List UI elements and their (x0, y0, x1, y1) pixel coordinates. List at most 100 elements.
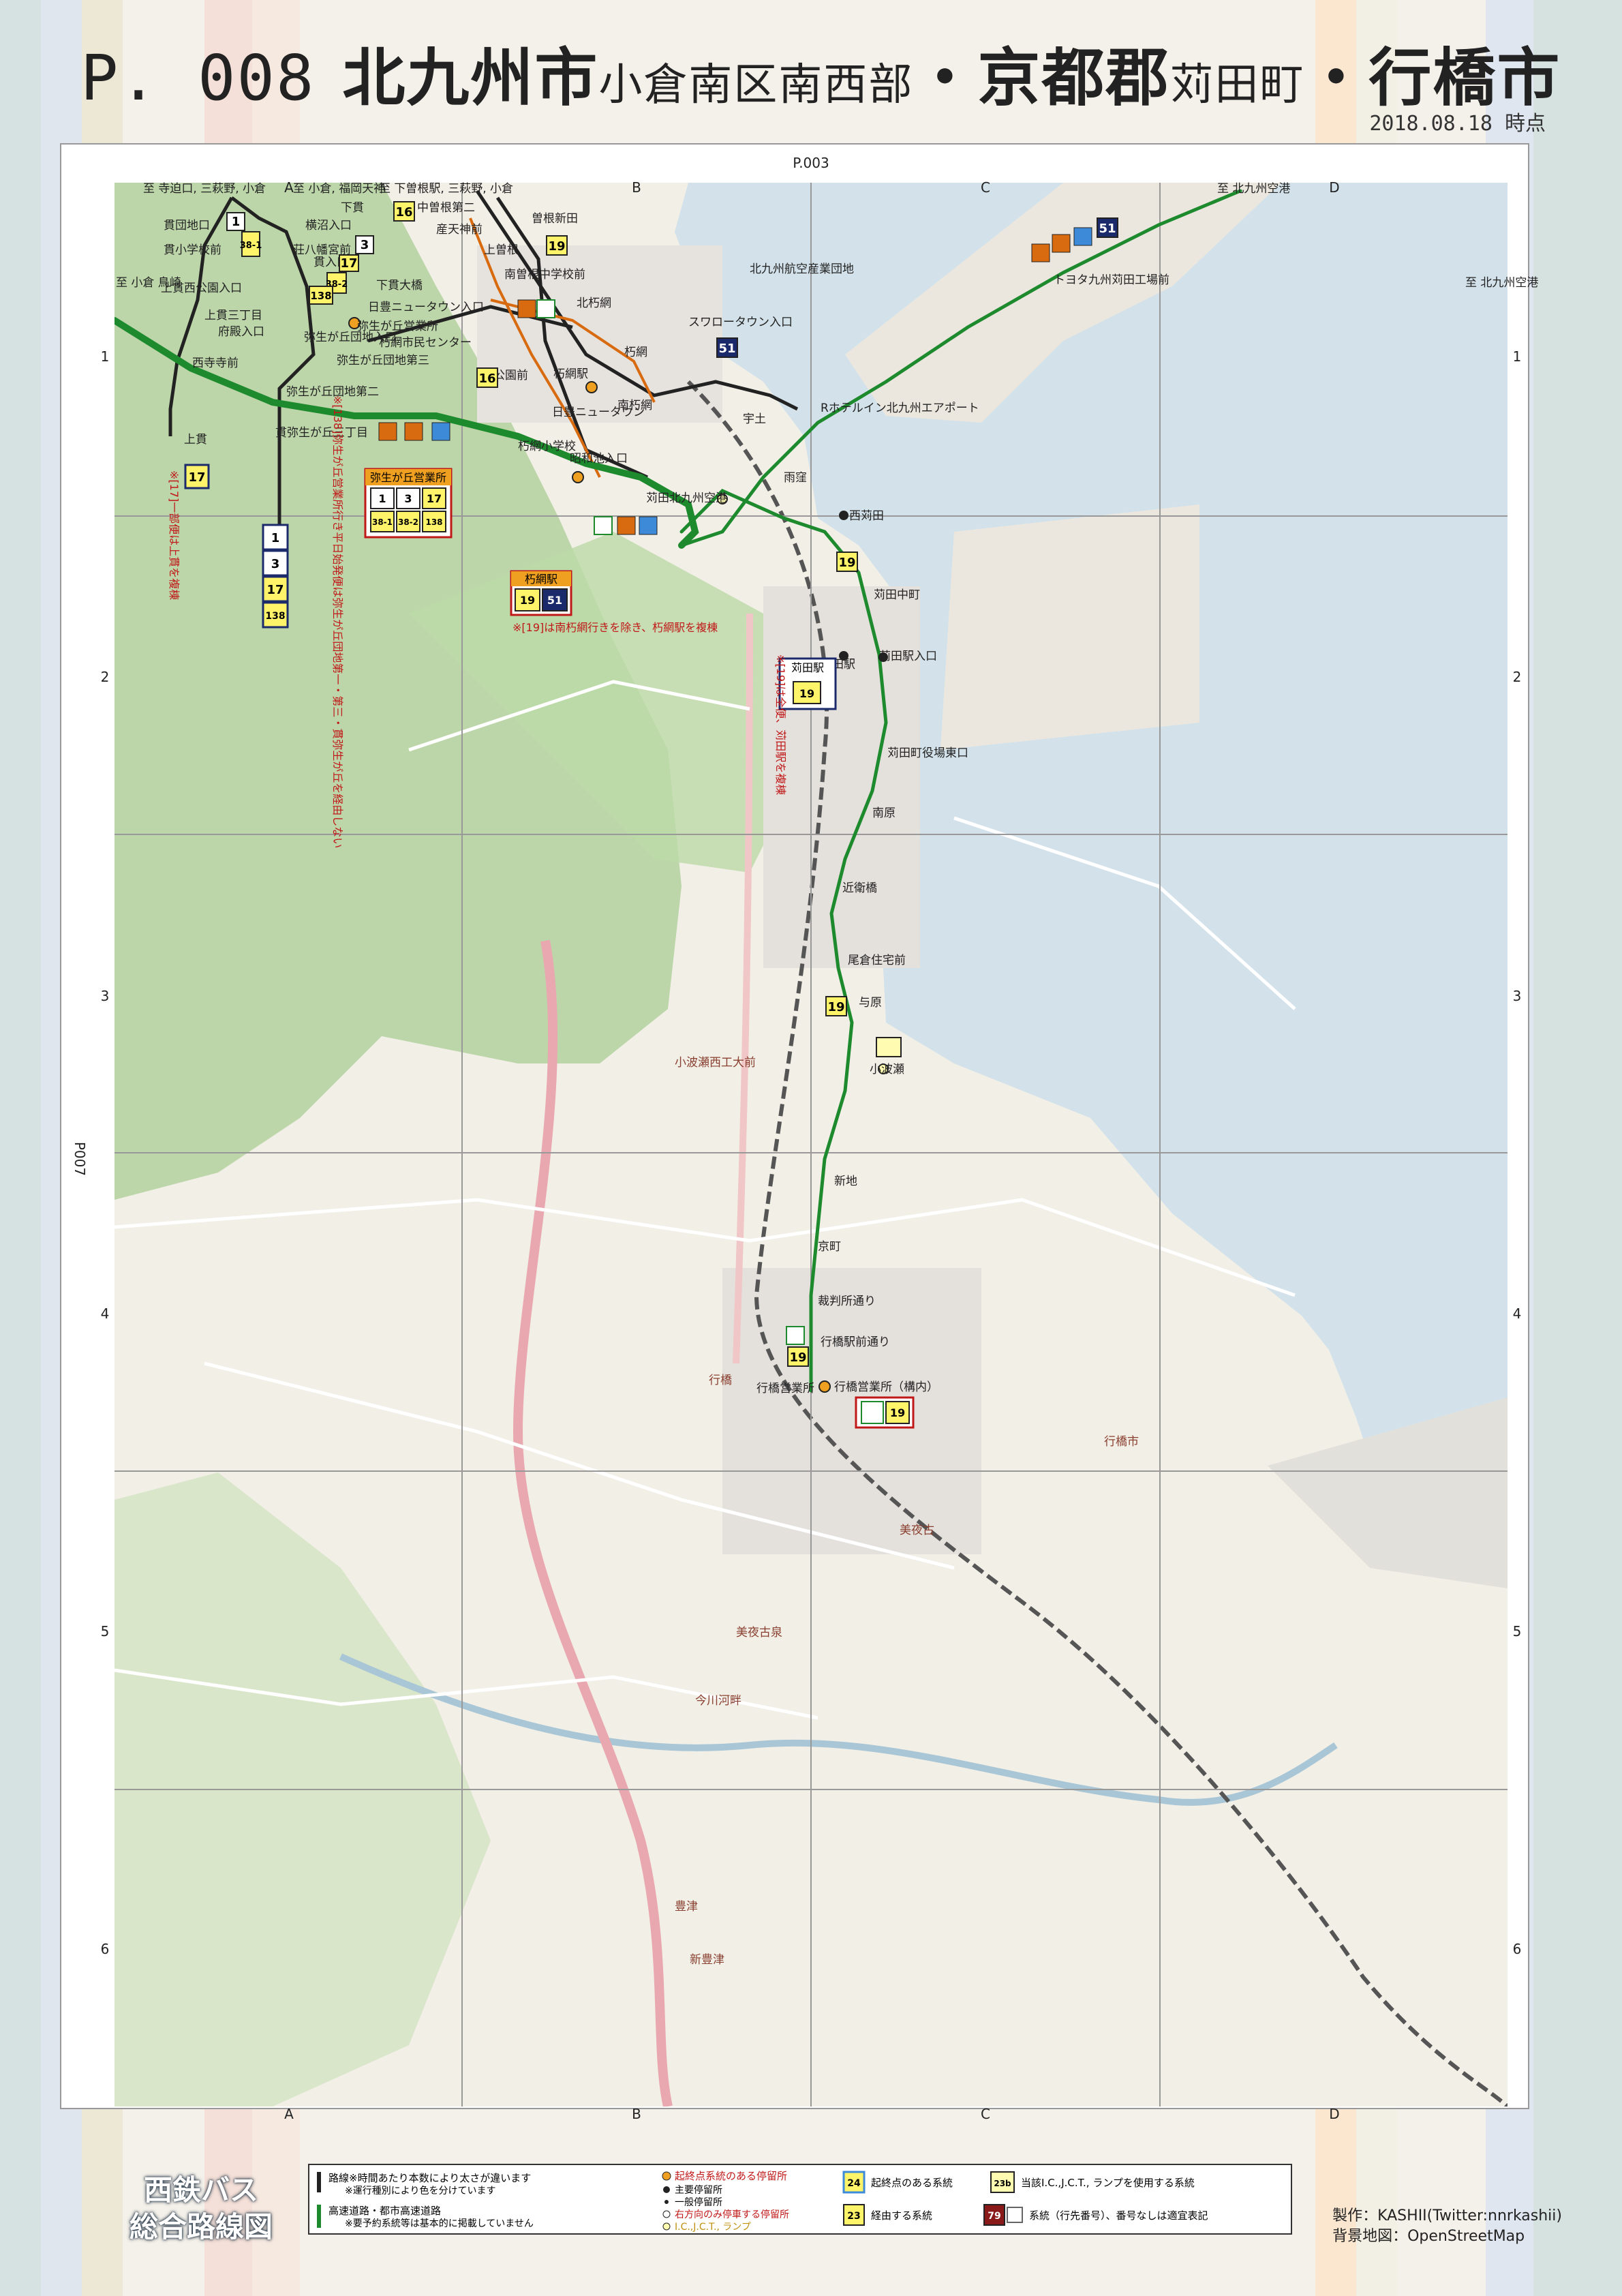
badge-route-19: 19 (827, 1000, 844, 1014)
yukuhashi-town (722, 1268, 981, 1554)
stop-label: 朽網市民センター (379, 336, 472, 350)
badge-route-17: 17 (427, 492, 442, 505)
note-19-kanda: ※[19]は全便、苅田駅を複棟 (774, 654, 787, 795)
badge-route-138: 138 (310, 290, 331, 302)
stop-label: 西苅田 (849, 509, 884, 523)
row-3-right: 3 (1513, 988, 1522, 1004)
badge-route-51: 51 (547, 594, 562, 607)
badge-route-51: 51 (718, 342, 735, 356)
badge-route-17: 17 (188, 470, 205, 485)
route-map: A B C D A B C D 1 2 3 4 5 6 1 2 3 4 5 6 … (72, 155, 1538, 2122)
stop-label: 下貫 (341, 201, 364, 215)
stop-label: 裁判所通り (818, 1295, 876, 1308)
place-label: 美夜古泉 (736, 1626, 782, 1640)
stop-label: 日豊ニュータウン入口 (368, 301, 484, 314)
stop-label: 朽網駅 (553, 367, 588, 381)
terminal-box-yayoi: 弥生が丘営業所 1 3 17 38-1 38-2 138 (364, 468, 453, 539)
badge-route-38-1: 38-1 (240, 241, 262, 251)
terminal-box-kusami: 朽網駅 19 51 (510, 570, 572, 616)
terminal-box-kanda: 苅田駅 19 (778, 657, 837, 710)
badge-column-kinuki: 1 3 17 138 (262, 524, 289, 629)
edge-top-3: 至 下曽根駅, 三萩野, 小倉 (379, 182, 513, 196)
stop-label: 貫弥生が丘三丁目 (275, 426, 368, 440)
stop-label: 宇土 (743, 412, 766, 426)
badge-route-19: 19 (799, 687, 814, 700)
edge-top-1: 至 寺迫口, 三萩野, 小倉 (143, 182, 266, 196)
terminal-title: 苅田駅 (791, 661, 824, 674)
legend-text: 経由する系統 (871, 2209, 932, 2222)
legend-swatch: 24 (847, 2178, 861, 2189)
stop-label: トヨタ九州苅田工場前 (1054, 273, 1169, 287)
badge-route-19: 19 (789, 1350, 806, 1365)
stop-label: 行橋駅前通り (821, 1335, 890, 1349)
stop-label: 南原 (872, 806, 896, 820)
place-label: 今川河畔 (695, 1694, 741, 1708)
stop-label: 弥生が丘営業所 (357, 320, 438, 333)
badge-route-3: 3 (404, 492, 412, 505)
place-label: 小波瀬西工大前 (675, 1056, 756, 1070)
row-1-right: 1 (1513, 348, 1522, 365)
brand-line-2: 総合路線図 (129, 2210, 273, 2244)
legend-swatch: 79 (988, 2211, 1000, 2222)
badge-route-17: 17 (340, 256, 357, 271)
stop-label: 弥生が丘団地第三 (337, 354, 429, 367)
stop-label: 雨窪 (784, 471, 807, 485)
badge-route-51: 51 (1099, 222, 1116, 236)
place-label: 豊津 (675, 1900, 698, 1914)
stop-label: Rホテルイン北九州エアポート (821, 402, 979, 415)
terminal-title: 朽網駅 (525, 573, 557, 586)
credit-basemap: 背景地図：OpenStreetMap (1332, 2228, 1525, 2245)
map-legend: 路線※時間あたり本数により太さが違います ※運行種別により色を分けています 高速… (308, 2164, 1292, 2235)
edge-right: 至 北九州空港 (1465, 276, 1538, 290)
stop-label: 朽網 (624, 346, 647, 359)
stop-label: 苅田町役場東口 (887, 746, 968, 760)
edge-top-2: 至 小倉, 福岡天神 (293, 182, 385, 196)
legend-text: 路線※時間あたり本数により太さが違います (328, 2172, 531, 2184)
stop-label: 中曽根第二 (417, 201, 475, 215)
col-d-bottom: D (1329, 2106, 1339, 2122)
stop-label: 横沼入口 (305, 219, 352, 232)
badge-route-38-1: 38-1 (372, 517, 393, 527)
stop-label: 北朽網 (577, 297, 611, 310)
stop-label: 南朽網 (617, 399, 652, 412)
row-3-left: 3 (101, 988, 110, 1004)
stop-label: 近衛橋 (842, 881, 877, 895)
row-6-left: 6 (101, 1941, 110, 1957)
col-a-bottom: A (284, 2106, 294, 2122)
stop-label: 小波瀬 (870, 1063, 904, 1076)
stop-label: 苅田中町 (874, 588, 920, 602)
ref-top[interactable]: P.003 (793, 155, 829, 171)
row-4-right: 4 (1513, 1305, 1522, 1322)
row-2-right: 2 (1513, 669, 1522, 685)
stop-label: 新地 (834, 1175, 857, 1188)
badge-route-1: 1 (232, 215, 241, 229)
ref-left[interactable]: P007 (72, 1142, 88, 1176)
stop-label: 上貫 (184, 433, 207, 447)
stop-label: 南曽根中学校前 (504, 268, 585, 282)
legend-text: 起終点系統のある停留所 (675, 2170, 787, 2182)
row-1-left: 1 (101, 348, 110, 365)
badge-route-19: 19 (520, 594, 535, 607)
stop-label: 昭和池入口 (570, 452, 628, 466)
badge-route-17: 17 (266, 583, 284, 597)
stop-label: 西寺寺前 (192, 357, 239, 370)
col-b-top: B (632, 179, 641, 196)
credits: 製作：KASHII(Twitter:nnrkashii) 背景地図：OpenSt… (1332, 2206, 1562, 2247)
badge-route-19: 19 (548, 239, 565, 254)
brand-line-1: 西鉄バス (144, 2173, 259, 2207)
terminal-box-yukuhashi: 19 (855, 1396, 915, 1429)
badge-route-38-2: 38-2 (398, 517, 418, 527)
stop-label: 貫団地口 (164, 219, 210, 232)
place-label: 新豊津 (690, 1953, 724, 1967)
legend-text: 当該I.C.,J.C.T., ランプを使用する系統 (1021, 2177, 1195, 2189)
legend-text: ※要予約系統等は基本的に掲載していません (345, 2218, 534, 2229)
legend-text: 系統（行先番号）、番号なしは適宜表記 (1029, 2209, 1208, 2222)
stop-label: 産天神前 (436, 223, 483, 237)
place-label: 行橋 (709, 1374, 732, 1387)
badge-route-16: 16 (478, 372, 495, 386)
note-19-kusami: ※[19]は南朽網行きを除き、朽網駅を複棟 (512, 621, 718, 634)
stop-label: 京町 (818, 1240, 841, 1254)
note-17: ※[17]一部便は上貫を複棟 (168, 470, 181, 600)
stop-label: 上貫西公園入口 (161, 282, 242, 295)
place-label: 美夜古 (900, 1524, 934, 1537)
